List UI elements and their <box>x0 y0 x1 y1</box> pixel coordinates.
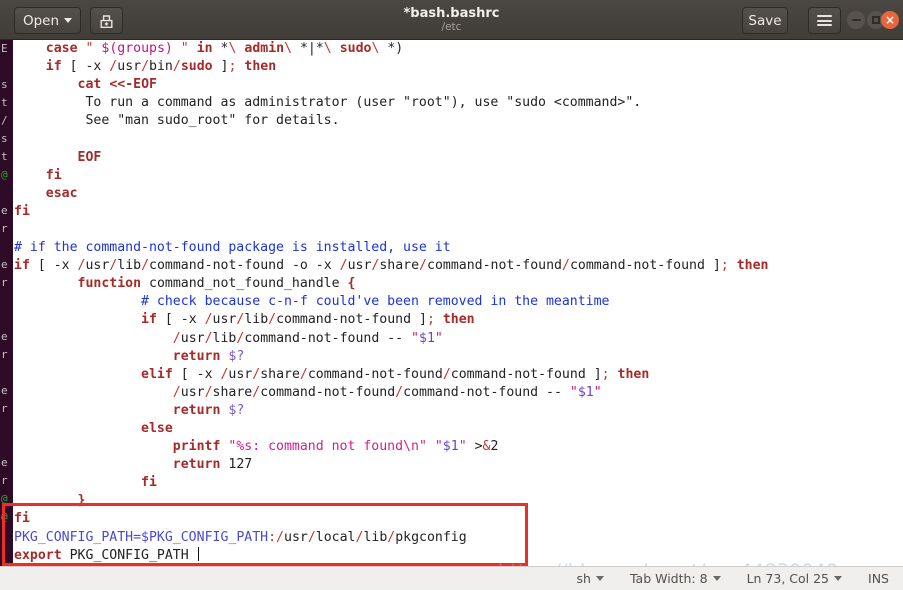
tab-width-selector[interactable]: Tab Width: 8 <box>630 571 721 586</box>
terminal-strip-line: @ <box>1 510 8 523</box>
tab-width-label: Tab Width: 8 <box>629 571 708 586</box>
minimize-button[interactable] <box>847 11 865 29</box>
save-as-button[interactable] <box>90 7 123 34</box>
close-icon: × <box>884 13 896 27</box>
status-bar: sh Tab Width: 8 Ln 73, Col 25 INS <box>0 566 903 590</box>
code-line: PKG_CONFIG_PATH=$PKG_CONFIG_PATH:/usr/lo… <box>14 529 467 545</box>
code-line: See "man sudo_root" for details. <box>85 113 340 129</box>
code-line: if [ -x /usr/lib/command-not-found -o -x… <box>14 258 769 274</box>
insert-mode-indicator: INS <box>868 571 889 586</box>
terminal-strip-line <box>0 418 13 436</box>
terminal-strip-line: e <box>1 456 8 469</box>
code-line: case " $(groups) " in *\ admin\ *|*\ sud… <box>45 41 404 56</box>
terminal-strip-line: / <box>1 114 8 127</box>
terminal-strip-line: @ <box>1 168 8 181</box>
terminal-strip-line <box>0 544 13 562</box>
code-line: # check because c-n-f could've been remo… <box>141 294 610 310</box>
code-line: # if the command-not-found package is in… <box>14 240 451 256</box>
terminal-strip-line: r <box>1 402 8 415</box>
page-subtitle: /etc <box>441 21 462 33</box>
code-line: fi <box>45 167 62 183</box>
terminal-strip-line: E <box>1 42 8 55</box>
code-line: } <box>77 493 86 509</box>
code-line: if [ -x /usr/bin/sudo ]; then <box>45 59 277 75</box>
code-line: fi <box>141 475 157 491</box>
terminal-strip-line <box>0 58 13 76</box>
maximize-icon <box>872 16 880 24</box>
close-button[interactable]: × <box>881 11 899 29</box>
title-bar: Open *bash.bashrc /etc Save × <box>0 0 903 40</box>
code-line: return $? <box>172 348 245 364</box>
background-terminal-strip: Es t / s t @ e r e r e r e r e r @ @ <box>0 40 13 568</box>
terminal-strip-line: s <box>1 132 8 145</box>
code-line: return $? <box>172 402 245 418</box>
chevron-down-icon <box>712 576 721 581</box>
terminal-strip-line <box>0 310 13 328</box>
terminal-strip-line: r <box>1 474 8 487</box>
cursor-position-label: Ln 73, Col 25 <box>746 571 830 586</box>
page-title: *bash.bashrc <box>403 6 500 21</box>
language-selector[interactable]: sh <box>577 571 604 586</box>
code-line: if [ -x /usr/lib/command-not-found ]; th… <box>141 312 475 328</box>
terminal-strip-line <box>0 238 13 256</box>
code-editor-text-area[interactable]: case " $(groups) " in *\ admin\ *|*\ sud… <box>13 40 903 566</box>
gedit-window: Es t / s t @ e r e r e r e r e r @ @ Open *bash.bashrc /e… <box>0 0 903 590</box>
terminal-strip-line: e <box>1 258 8 271</box>
code-line: function command_not_found_handle { <box>77 276 356 292</box>
open-button-label: Open <box>22 12 60 29</box>
open-button[interactable]: Open <box>14 7 81 34</box>
terminal-strip-line: t <box>1 96 8 109</box>
menu-button[interactable] <box>808 7 841 34</box>
save-as-icon <box>99 13 114 29</box>
code-line: fi <box>14 203 30 219</box>
save-button-label: Save <box>748 12 782 29</box>
chevron-down-icon <box>834 576 843 581</box>
code-line: EOF <box>77 149 102 165</box>
code-line: /usr/share/command-not-found/command-not… <box>172 384 602 400</box>
code-line: esac <box>45 185 78 201</box>
terminal-strip-line <box>0 184 13 202</box>
minimize-icon <box>851 19 861 21</box>
code-line: return 127 <box>172 457 253 473</box>
hamburger-menu-icon <box>817 15 832 26</box>
terminal-strip-line: e <box>1 330 8 343</box>
save-button[interactable]: Save <box>742 7 788 34</box>
cursor-position-selector[interactable]: Ln 73, Col 25 <box>746 571 843 586</box>
terminal-strip-line: @ <box>1 492 8 505</box>
terminal-strip-line: r <box>1 348 8 361</box>
insert-mode-label: INS <box>868 571 889 586</box>
code-line: /usr/lib/command-not-found -- "$1" <box>172 330 443 346</box>
terminal-strip-line <box>0 364 13 382</box>
terminal-strip-line <box>0 292 13 310</box>
language-label: sh <box>576 571 591 586</box>
code-line: elif [ -x /usr/share/command-not-found/c… <box>141 366 650 382</box>
code-line: fi <box>14 511 30 527</box>
code-line: export PKG_CONFIG_PATH <box>14 546 199 563</box>
terminal-strip-line <box>0 436 13 454</box>
code-line: cat <<-EOF <box>77 77 157 93</box>
code-line: To run a command as administrator (user … <box>85 95 642 111</box>
code-line: printf "%s: command not found\n" "$1" >&… <box>172 439 499 455</box>
terminal-strip-line <box>0 526 13 544</box>
terminal-strip-line: r <box>1 276 8 289</box>
terminal-strip-line: s <box>1 78 8 91</box>
chevron-down-icon <box>64 18 73 23</box>
terminal-strip-line: r <box>1 222 8 235</box>
code-line: else <box>141 420 173 436</box>
chevron-down-icon <box>595 576 604 581</box>
terminal-strip-line: t <box>1 150 8 163</box>
terminal-strip-line: e <box>1 204 8 217</box>
text-cursor <box>197 546 199 561</box>
terminal-strip-line: e <box>1 384 8 397</box>
